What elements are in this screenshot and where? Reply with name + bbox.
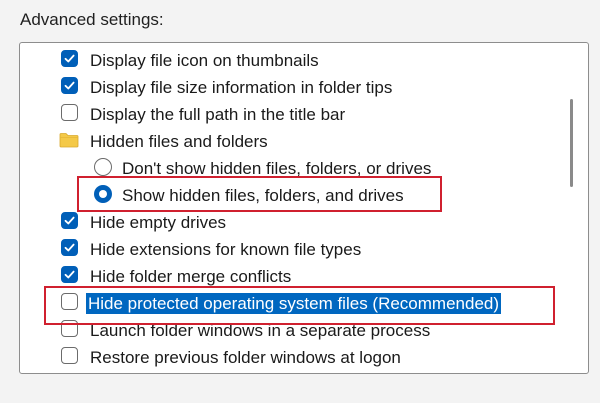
scrollbar-thumb[interactable] (570, 99, 573, 187)
list-item-label: Hide empty drives (90, 213, 227, 232)
annotation-highlight-box (77, 176, 442, 212)
checkbox-checked[interactable] (61, 266, 78, 283)
radio-button-unselected[interactable] (94, 158, 112, 176)
list-item-restore-previous-windows[interactable]: Restore previous folder windows at logon (20, 344, 560, 371)
list-item-label: Display file icon on thumbnails (90, 51, 319, 70)
checkbox-checked[interactable] (61, 239, 78, 256)
list-item-label: Restore previous folder windows at logon (90, 348, 401, 367)
list-item-display-full-path[interactable]: Display the full path in the title bar (20, 101, 560, 128)
checkmark-icon (64, 270, 75, 279)
checkmark-icon (64, 81, 75, 90)
list-item-label: Hidden files and folders (90, 132, 268, 151)
checkmark-icon (64, 216, 75, 225)
annotation-highlight-box (44, 286, 555, 325)
checkbox-unchecked[interactable] (61, 347, 78, 364)
list-item-display-file-size[interactable]: Display file size information in folder … (20, 74, 560, 101)
checkbox-unchecked[interactable] (61, 104, 78, 121)
checkbox-checked[interactable] (61, 77, 78, 94)
checkbox-checked[interactable] (61, 212, 78, 229)
list-item-label: Hide folder merge conflicts (90, 267, 292, 286)
checkmark-icon (64, 54, 75, 63)
list-item-hide-empty-drives[interactable]: Hide empty drives (20, 209, 560, 236)
list-item-label: Hide extensions for known file types (90, 240, 362, 259)
advanced-settings-panel: Advanced settings: Display file icon on … (0, 0, 600, 403)
list-item-hidden-files-folders: Hidden files and folders (20, 128, 560, 155)
advanced-settings-label: Advanced settings: (20, 10, 164, 29)
checkmark-icon (64, 243, 75, 252)
checkbox-checked[interactable] (61, 50, 78, 67)
list-item-hide-extensions[interactable]: Hide extensions for known file types (20, 236, 560, 263)
list-item-display-file-icon[interactable]: Display file icon on thumbnails (20, 47, 560, 74)
list-item-label: Display file size information in folder … (90, 78, 393, 97)
list-item-label: Display the full path in the title bar (90, 105, 346, 124)
folder-icon (59, 132, 79, 148)
